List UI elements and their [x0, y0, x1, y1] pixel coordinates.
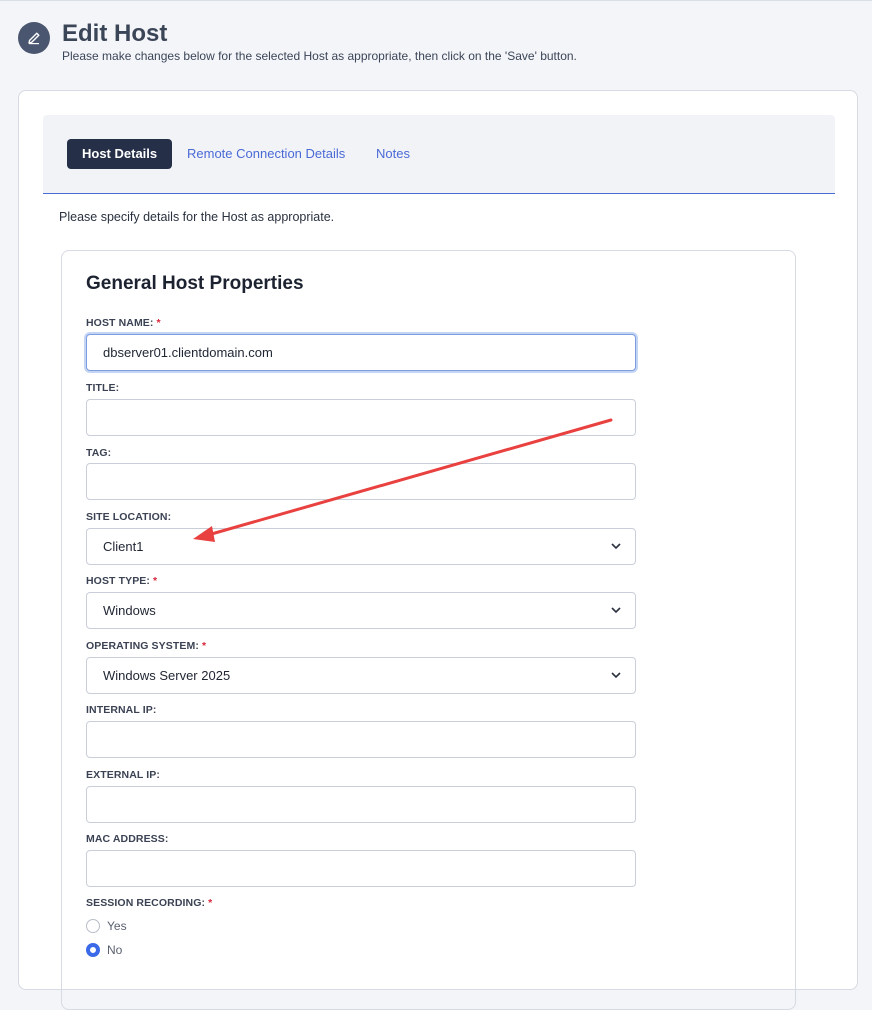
chevron-down-icon [611, 543, 621, 550]
radio-no[interactable] [86, 943, 100, 957]
internal-ip-input[interactable] [86, 721, 636, 758]
radio-yes-label: Yes [107, 919, 127, 933]
operating-system-label: OPERATING SYSTEM: * [86, 640, 207, 652]
session-recording-no-option[interactable]: No [86, 943, 122, 957]
tag-input[interactable] [86, 463, 636, 500]
host-type-label: HOST TYPE: * [86, 575, 158, 587]
intro-text: Please specify details for the Host as a… [59, 210, 335, 224]
required-marker: * [201, 640, 207, 652]
tag-label: TAG: [86, 447, 112, 459]
site-location-select[interactable]: Client1 [86, 528, 636, 565]
operating-system-select[interactable]: Windows Server 2025 [86, 657, 636, 694]
page-subtitle: Please make changes below for the select… [62, 49, 577, 63]
internal-ip-label: INTERNAL IP: [86, 704, 157, 716]
radio-no-label: No [107, 943, 123, 957]
host-name-input[interactable]: dbserver01.clientdomain.com [86, 334, 636, 371]
required-marker: * [156, 317, 161, 329]
site-location-label: SITE LOCATION: [86, 511, 172, 523]
page-title: Edit Host [62, 20, 168, 47]
edit-host-card: Host Details Remote Connection Details N… [18, 90, 858, 1010]
chevron-down-icon [611, 607, 621, 614]
mac-address-label: MAC ADDRESS: [86, 833, 169, 845]
tab-host-details[interactable]: Host Details [67, 139, 173, 169]
title-input[interactable] [86, 399, 636, 436]
page-header: Edit Host Please make changes below for … [18, 21, 577, 63]
radio-yes[interactable] [86, 919, 100, 933]
operating-system-value: Windows Server 2025 [103, 668, 231, 683]
required-marker: * [153, 575, 158, 587]
external-ip-label: EXTERNAL IP: [86, 769, 160, 781]
general-host-properties-section: General Host Properties HOST NAME: * dbse… [61, 250, 796, 1010]
required-marker: * [208, 897, 213, 909]
tab-bar: Host Details Remote Connection Details N… [43, 115, 835, 194]
host-type-select[interactable]: Windows [86, 592, 636, 629]
tab-notes[interactable]: Notes [376, 139, 410, 169]
tab-remote-connection-details[interactable]: Remote Connection Details [187, 139, 345, 169]
site-location-value: Client1 [103, 539, 144, 554]
section-title: General Host Properties [86, 273, 304, 294]
external-ip-input[interactable] [86, 786, 636, 823]
mac-address-input[interactable] [86, 850, 636, 887]
title-label: TITLE: [86, 382, 120, 394]
chevron-down-icon [611, 672, 621, 679]
host-name-label: HOST NAME: * [86, 317, 161, 329]
host-type-value: Windows [103, 603, 156, 618]
session-recording-label: SESSION RECORDING: * [86, 897, 213, 909]
session-recording-yes-option[interactable]: Yes [86, 919, 127, 933]
pencil-icon [18, 22, 50, 54]
